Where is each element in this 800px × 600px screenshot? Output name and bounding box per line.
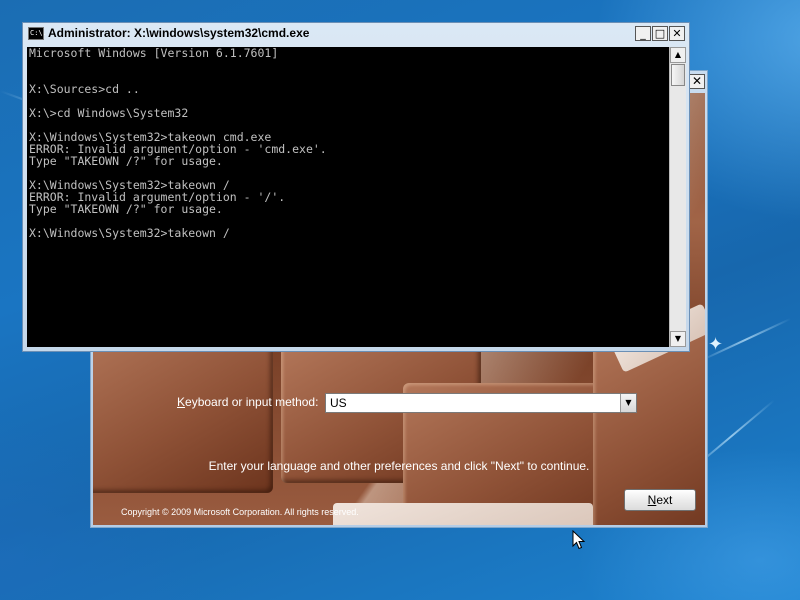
cmd-window-title: Administrator: X:\windows\system32\cmd.e… bbox=[48, 26, 310, 40]
keyboard-select[interactable]: US ▼ bbox=[325, 393, 637, 413]
setup-close-icon[interactable]: ✕ bbox=[689, 74, 705, 89]
close-icon[interactable]: ✕ bbox=[669, 26, 685, 41]
cmd-app-icon[interactable]: C:\. bbox=[28, 27, 47, 40]
scroll-up-icon[interactable]: ▲ bbox=[670, 47, 686, 63]
console-area[interactable]: Microsoft Windows [Version 6.1.7601] X:\… bbox=[27, 47, 669, 347]
window-controls: _ □ ✕ bbox=[635, 26, 685, 42]
scroll-thumb[interactable] bbox=[671, 64, 685, 86]
maximize-icon[interactable]: □ bbox=[652, 26, 668, 41]
instruction-text: Enter your language and other preference… bbox=[208, 459, 590, 473]
scroll-down-icon[interactable]: ▼ bbox=[670, 331, 686, 347]
sparkle-icon: ✦ bbox=[708, 334, 724, 355]
cmd-titlebar[interactable]: C:\. Administrator: X:\windows\system32\… bbox=[23, 23, 689, 45]
cmd-window: C:\. Administrator: X:\windows\system32\… bbox=[22, 22, 690, 352]
console-output: Microsoft Windows [Version 6.1.7601] X:\… bbox=[29, 47, 327, 240]
vertical-scrollbar[interactable]: ▲ ▼ bbox=[669, 47, 686, 347]
keyboard-select-value: US bbox=[330, 396, 347, 410]
minimize-icon[interactable]: _ bbox=[635, 26, 651, 41]
mouse-pointer-icon bbox=[572, 530, 586, 550]
keyboard-label: Keyboard or input method: bbox=[177, 395, 319, 409]
copyright-text: Copyright © 2009 Microsoft Corporation. … bbox=[121, 507, 359, 517]
next-button[interactable]: Next bbox=[624, 489, 696, 511]
chevron-down-icon[interactable]: ▼ bbox=[620, 394, 636, 412]
cream-layer bbox=[333, 503, 593, 525]
